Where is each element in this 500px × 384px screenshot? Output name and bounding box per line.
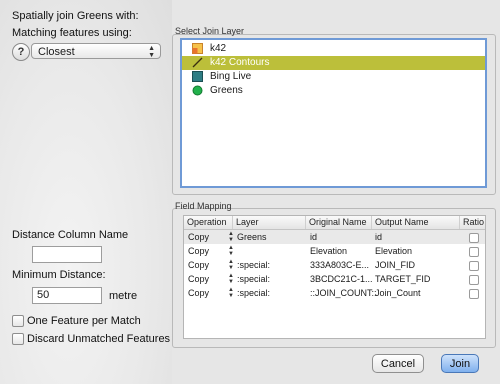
output-name-cell[interactable]: Elevation: [375, 244, 412, 258]
col-original-name[interactable]: Original Name: [306, 216, 372, 229]
layer-cell: :special:: [237, 274, 271, 284]
layer-item-label: Bing Live: [210, 71, 252, 82]
output-name-cell[interactable]: Join_Count: [375, 286, 421, 300]
table-row[interactable]: Copy ▲ ▼ :special: ::JOIN_COUNT:: Join_Co…: [184, 286, 485, 300]
cancel-button[interactable]: Cancel: [372, 354, 424, 373]
original-name-cell: 3BCDC21C-1...: [310, 274, 373, 284]
layer-item-k42[interactable]: k42: [182, 42, 485, 56]
operation-cell: Copy: [188, 288, 210, 298]
operation-cell: Copy: [188, 274, 210, 284]
layer-item-greens[interactable]: Greens: [182, 84, 485, 98]
table-row[interactable]: Copy ▲ ▼ :special: 3BCDC21C-1... TARGET_F…: [184, 272, 485, 286]
layer-item-label: k42 Contours: [210, 57, 270, 68]
layer-item-label: k42: [210, 43, 227, 54]
layer-item-label: Greens: [210, 85, 243, 96]
distance-column-input[interactable]: [32, 246, 102, 263]
table-header: Operation Layer Original Name Output Nam…: [184, 216, 485, 230]
dialog-heading: Spatially join Greens with:: [12, 10, 139, 22]
raster-layer-icon: [192, 71, 203, 82]
table-row[interactable]: Copy ▲ ▼ Greens id id: [184, 230, 485, 244]
col-operation[interactable]: Operation: [184, 216, 233, 229]
stepper-icon[interactable]: ▲ ▼: [228, 244, 234, 257]
min-distance-input[interactable]: 50: [32, 287, 102, 304]
layer-cell: :special:: [237, 288, 271, 298]
matching-select[interactable]: Closest ▲ ▼: [31, 43, 161, 59]
original-name-cell: 333A803C-E...: [310, 260, 370, 270]
operation-cell: Copy: [188, 246, 210, 256]
original-name-cell: Elevation: [310, 246, 348, 256]
matching-label: Matching features using:: [12, 27, 132, 39]
field-mapping-table: Operation Layer Original Name Output Nam…: [183, 215, 486, 339]
matching-select-value: Closest: [38, 46, 75, 58]
operation-cell: Copy: [188, 260, 210, 270]
point-layer-icon: [192, 85, 203, 96]
stepper-icon[interactable]: ▲ ▼: [228, 258, 234, 271]
stepper-icon[interactable]: ▲ ▼: [228, 286, 234, 299]
polygon-layer-icon: [192, 43, 203, 54]
col-ratio[interactable]: Ratio: [460, 216, 485, 229]
ratio-checkbox[interactable]: [469, 289, 479, 299]
min-distance-unit: metre: [109, 290, 138, 302]
original-name-cell: ::JOIN_COUNT::: [310, 288, 377, 298]
stepper-icon[interactable]: ▲ ▼: [228, 230, 234, 243]
select-arrows-icon: ▲ ▼: [148, 45, 155, 59]
output-name-cell[interactable]: id: [375, 230, 382, 244]
ratio-checkbox[interactable]: [469, 233, 479, 243]
min-distance-label: Minimum Distance:: [12, 269, 106, 281]
table-row[interactable]: Copy ▲ ▼ :special: 333A803C-E... JOIN_FID: [184, 258, 485, 272]
col-layer[interactable]: Layer: [233, 216, 306, 229]
output-name-cell[interactable]: TARGET_FID: [375, 272, 430, 286]
original-name-cell: id: [310, 232, 318, 242]
layer-list[interactable]: k42 k42 Contours Bing Live Greens: [180, 38, 487, 188]
ratio-checkbox[interactable]: [469, 275, 479, 285]
distance-column-label: Distance Column Name: [12, 229, 129, 241]
field-mapping-title: Field Mapping: [175, 201, 232, 211]
help-button[interactable]: ?: [12, 43, 30, 61]
operation-cell: Copy: [188, 232, 210, 242]
discard-unmatched-checkbox[interactable]: [12, 333, 24, 345]
col-output-name[interactable]: Output Name: [372, 216, 460, 229]
layer-cell: Greens: [237, 232, 267, 242]
ratio-checkbox[interactable]: [469, 247, 479, 257]
table-row[interactable]: Copy ▲ ▼ Elevation Elevation: [184, 244, 485, 258]
one-feature-label: One Feature per Match: [27, 315, 141, 327]
select-join-layer-title: Select Join Layer: [175, 26, 245, 36]
line-layer-icon: [192, 57, 203, 68]
layer-cell: :special:: [237, 260, 271, 270]
ratio-checkbox[interactable]: [469, 261, 479, 271]
discard-unmatched-label: Discard Unmatched Features: [27, 333, 171, 345]
layer-item-bing-live[interactable]: Bing Live: [182, 70, 485, 84]
join-button[interactable]: Join: [441, 354, 479, 373]
output-name-cell[interactable]: JOIN_FID: [375, 258, 415, 272]
stepper-icon[interactable]: ▲ ▼: [228, 272, 234, 285]
one-feature-checkbox[interactable]: [12, 315, 24, 327]
layer-item-k42-contours[interactable]: k42 Contours: [182, 56, 485, 70]
